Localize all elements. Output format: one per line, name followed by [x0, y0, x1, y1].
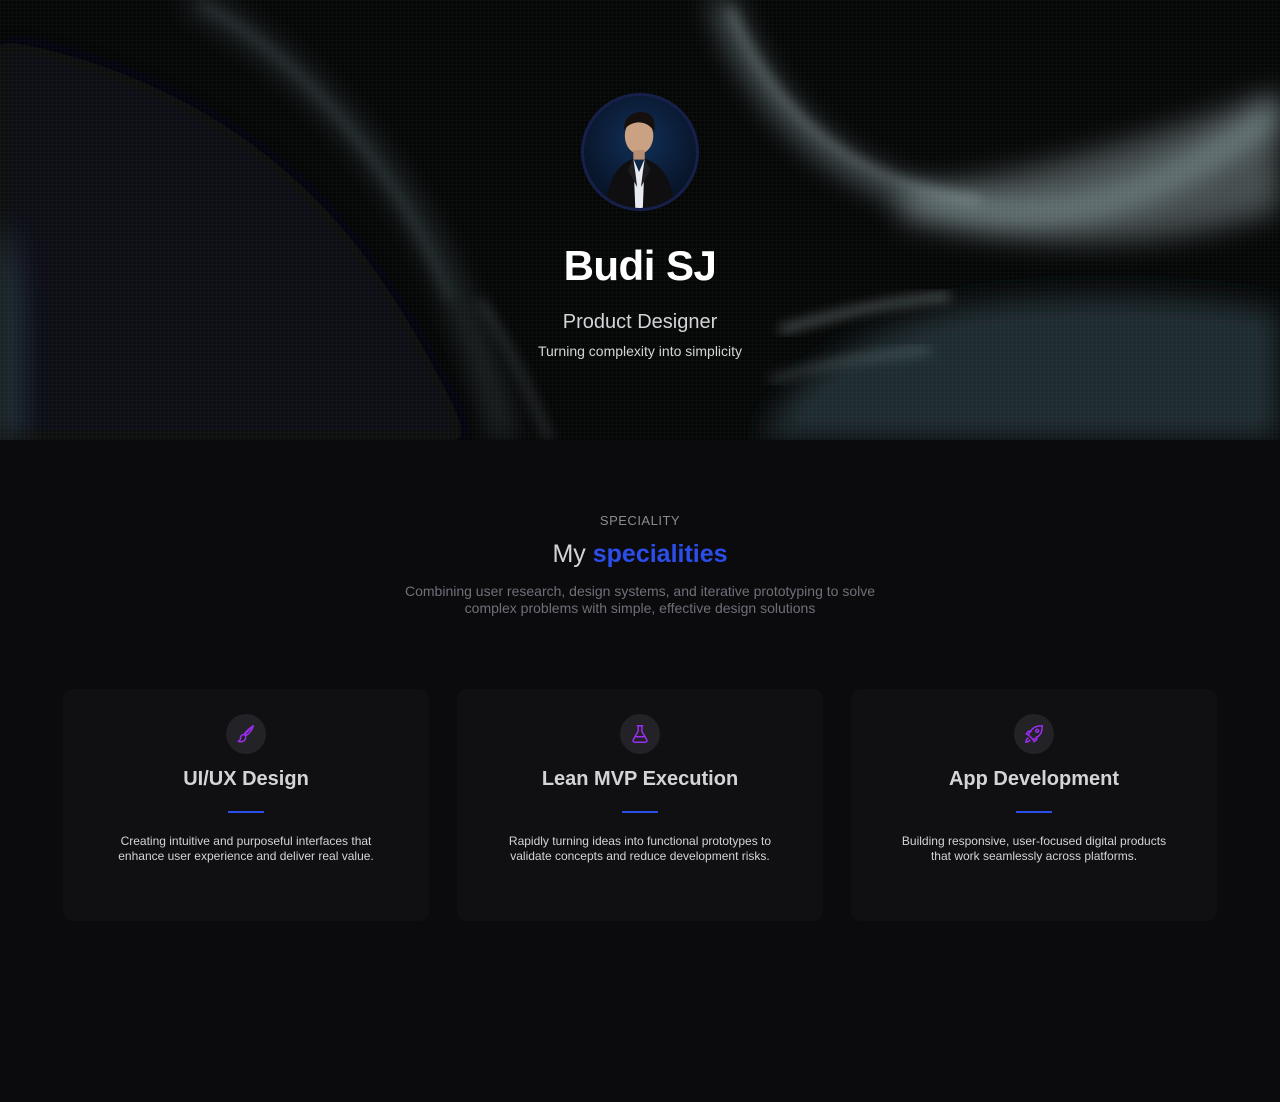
rocket-icon — [1014, 714, 1054, 754]
paintbrush-icon — [226, 714, 266, 754]
hero-section: Budi SJ Product Designer Turning complex… — [0, 0, 1280, 440]
speciality-card: Lean MVP Execution Rapidly turning ideas… — [457, 689, 823, 921]
section-description: Combining user research, design systems,… — [404, 583, 875, 616]
section-title: My specialities — [552, 540, 727, 569]
card-description: Building responsive, user-focused digita… — [901, 834, 1167, 863]
card-title: UI/UX Design — [183, 768, 309, 790]
avatar — [581, 93, 699, 211]
card-title: Lean MVP Execution — [541, 768, 739, 790]
section-eyebrow: SPECIALITY — [599, 513, 681, 528]
hero-content: Budi SJ Product Designer Turning complex… — [0, 0, 1280, 440]
speciality-section: SPECIALITY My specialities Combining use… — [0, 440, 1280, 921]
card-divider — [228, 811, 264, 813]
flask-icon — [620, 714, 660, 754]
section-title-accent: specialities — [592, 540, 728, 568]
card-description: Creating intuitive and purposeful interf… — [118, 834, 374, 863]
card-title: App Development — [948, 768, 1120, 790]
card-divider — [1016, 811, 1052, 813]
profile-role: Product Designer — [562, 311, 718, 334]
card-description: Rapidly turning ideas into functional pr… — [508, 834, 772, 863]
section-title-prefix: My — [552, 540, 586, 568]
speciality-cards: UI/UX Design Creating intuitive and purp… — [63, 689, 1217, 921]
card-divider — [622, 811, 658, 813]
profile-tagline: Turning complexity into simplicity — [537, 343, 743, 360]
profile-name: Budi SJ — [563, 242, 717, 289]
speciality-card: App Development Building responsive, use… — [851, 689, 1217, 921]
speciality-card: UI/UX Design Creating intuitive and purp… — [63, 689, 429, 921]
